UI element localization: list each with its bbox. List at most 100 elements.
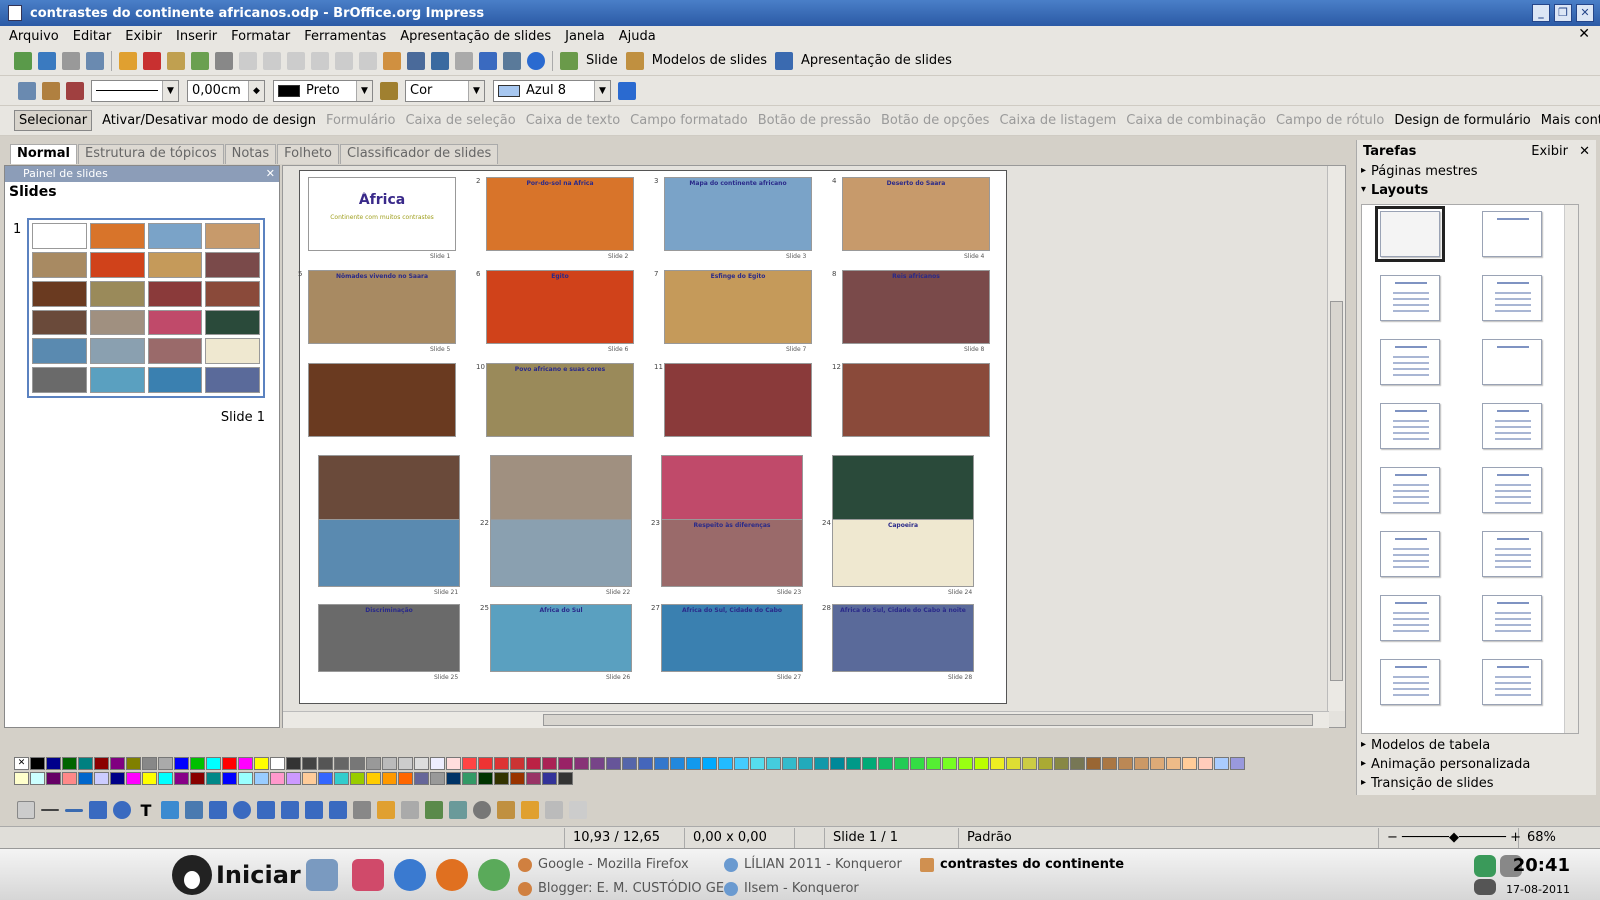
color-swatch[interactable]	[686, 757, 701, 770]
maximize-button[interactable]: ❐	[1554, 4, 1572, 22]
color-swatch[interactable]	[334, 757, 349, 770]
points-icon[interactable]	[353, 801, 371, 819]
gallery-icon[interactable]	[449, 801, 467, 819]
color-swatch[interactable]	[1070, 757, 1085, 770]
tab-normal[interactable]: Normal	[10, 144, 77, 164]
color-swatch[interactable]	[1022, 757, 1037, 770]
form-control-5[interactable]: Campo formatado	[630, 113, 748, 128]
color-swatch[interactable]	[78, 772, 93, 785]
color-swatch[interactable]	[414, 772, 429, 785]
color-swatch[interactable]	[542, 772, 557, 785]
slide-item[interactable]: Respeito às diferenças	[661, 519, 803, 587]
menu-ferramentas[interactable]: Ferramentas	[295, 29, 391, 44]
fontwork-icon[interactable]	[401, 801, 419, 819]
slide-item[interactable]	[308, 363, 456, 437]
color-swatch[interactable]	[1198, 757, 1213, 770]
color-swatch[interactable]	[30, 772, 45, 785]
color-swatch[interactable]	[126, 772, 141, 785]
color-swatch[interactable]	[910, 757, 925, 770]
form-control-7[interactable]: Botão de opções	[881, 113, 989, 128]
color-swatch[interactable]	[526, 757, 541, 770]
arrow-style-icon[interactable]	[66, 81, 84, 100]
task-impress[interactable]: contrastes do continente	[920, 857, 1124, 872]
color-swatch[interactable]	[526, 772, 541, 785]
menu-janela[interactable]: Janela	[556, 29, 610, 44]
email-icon[interactable]	[86, 51, 104, 70]
slide-item[interactable]	[842, 363, 990, 437]
color-swatch[interactable]	[254, 757, 269, 770]
slide-item[interactable]: Capoeira	[832, 519, 974, 587]
line-style-select[interactable]: ▼	[91, 79, 179, 102]
slide-item[interactable]: Deserto do Saara	[842, 177, 990, 251]
color-swatch[interactable]	[94, 757, 109, 770]
color-swatch[interactable]	[238, 772, 253, 785]
line-color-select[interactable]: Preto ▼	[273, 79, 373, 102]
color-swatch[interactable]	[174, 772, 189, 785]
form-control-10[interactable]: Campo de rótulo	[1276, 113, 1384, 128]
close-button[interactable]: ✕	[1576, 4, 1594, 22]
form-control-6[interactable]: Botão de pressão	[758, 113, 871, 128]
menu-editar[interactable]: Editar	[64, 29, 117, 44]
volume-icon[interactable]	[1474, 879, 1496, 895]
layouts-scrollbar[interactable]	[1564, 205, 1578, 733]
color-swatch[interactable]	[1166, 757, 1181, 770]
color-swatch[interactable]	[622, 757, 637, 770]
spellcheck-icon[interactable]	[191, 51, 209, 70]
glue-icon[interactable]	[377, 801, 395, 819]
form-control-2[interactable]: Formulário	[326, 113, 395, 128]
color-swatch[interactable]	[926, 757, 941, 770]
color-swatch[interactable]	[190, 757, 205, 770]
color-swatch[interactable]	[1102, 757, 1117, 770]
chevron-down-icon[interactable]: ▼	[162, 80, 178, 101]
color-swatch[interactable]	[1214, 757, 1229, 770]
table-icon[interactable]	[407, 51, 425, 70]
firefox-icon[interactable]	[436, 859, 468, 891]
color-swatch[interactable]	[558, 757, 573, 770]
color-swatch[interactable]	[1230, 757, 1245, 770]
help-icon[interactable]	[527, 51, 545, 70]
chart-icon[interactable]	[383, 51, 401, 70]
form-control-3[interactable]: Caixa de seleção	[405, 113, 515, 128]
helplines-icon[interactable]	[455, 51, 473, 70]
line-width-field[interactable]: 0,00cm ◆	[187, 79, 265, 102]
tab-slide-sorter[interactable]: Classificador de slides	[340, 144, 499, 164]
slide-page[interactable]: África Continente com muitos contrastes Sl…	[298, 170, 1007, 704]
scroll-thumb[interactable]	[543, 714, 1313, 726]
color-swatch[interactable]	[398, 772, 413, 785]
slide-item[interactable]: Esfinge do Egito	[664, 270, 812, 344]
color-swatch[interactable]	[878, 757, 893, 770]
color-swatch[interactable]	[46, 772, 61, 785]
slide-item[interactable]	[832, 455, 974, 523]
system-icon[interactable]	[306, 859, 338, 891]
color-swatch[interactable]	[286, 772, 301, 785]
slide-icon[interactable]	[560, 51, 578, 70]
layout-boxlist[interactable]	[1482, 659, 1542, 705]
minimize-button[interactable]: _	[1532, 4, 1550, 22]
layout-listimg[interactable]	[1482, 531, 1542, 577]
slide-item[interactable]	[490, 455, 632, 523]
slide-item[interactable]: Reis africanos	[842, 270, 990, 344]
slide-item[interactable]: África Continente com muitos contrastes	[308, 177, 456, 251]
color-swatch[interactable]	[782, 757, 797, 770]
form-control-11[interactable]: Design de formulário	[1394, 113, 1530, 128]
symbol-shapes-icon[interactable]	[233, 801, 251, 819]
color-swatch[interactable]	[670, 757, 685, 770]
color-swatch[interactable]	[270, 772, 285, 785]
color-swatch[interactable]	[382, 757, 397, 770]
undo-icon[interactable]	[335, 51, 353, 70]
horizontal-scrollbar[interactable]	[283, 711, 1329, 728]
navigator-icon[interactable]	[479, 51, 497, 70]
slide-item[interactable]: Por-do-sol na África	[486, 177, 634, 251]
new-icon[interactable]	[14, 51, 32, 70]
layout-titlechart[interactable]	[1482, 403, 1542, 449]
color-swatch[interactable]	[62, 772, 77, 785]
tab-handout[interactable]: Folheto	[277, 144, 340, 164]
menu-formatar[interactable]: Formatar	[222, 29, 295, 44]
tab-outline[interactable]: Estrutura de tópicos	[78, 144, 224, 164]
section-custom-animation[interactable]: Animação personalizada	[1357, 755, 1597, 774]
line-tool-icon[interactable]	[41, 809, 59, 811]
form-control-1[interactable]: Ativar/Desativar modo de design	[102, 113, 316, 128]
color-swatch[interactable]	[446, 772, 461, 785]
menu-inserir[interactable]: Inserir	[167, 29, 222, 44]
tab-notes[interactable]: Notas	[224, 144, 277, 164]
